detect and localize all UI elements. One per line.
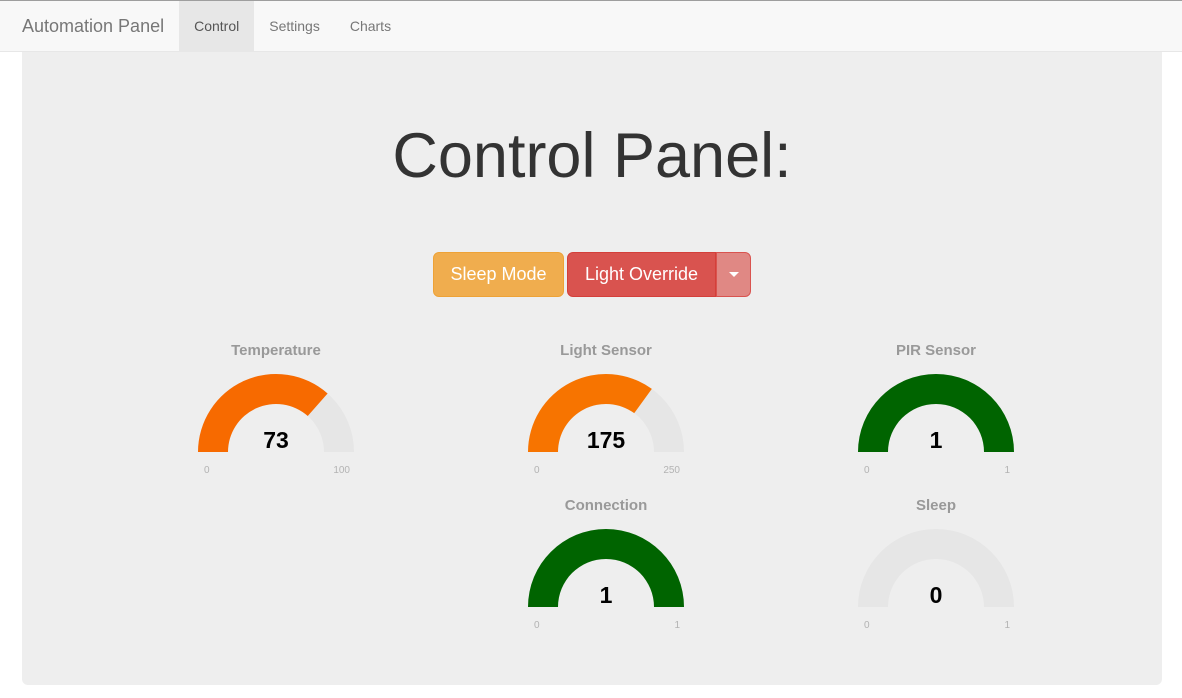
page-title: Control Panel:: [392, 121, 792, 191]
nav-tab-charts[interactable]: Charts: [335, 1, 406, 51]
gauge-arc: [858, 529, 1014, 607]
action-buttons: Sleep Mode Light Override: [433, 252, 751, 297]
gauge-value: 175: [586, 427, 626, 453]
gauge-title: Connection: [564, 497, 648, 514]
gauge-min-label: 0: [204, 465, 210, 476]
gauge-value: 0: [929, 582, 943, 608]
gauge-value: 1: [599, 582, 613, 608]
gauge-min-label: 0: [864, 620, 870, 631]
gauge-title: Light Sensor: [560, 342, 652, 359]
gauge-min-label: 0: [534, 465, 540, 476]
gauge-min-label: 0: [864, 465, 870, 476]
gauge-light-sensor: Light Sensor 175 0 250: [516, 342, 696, 482]
gauge-max-label: 100: [333, 465, 350, 476]
gauge-title: Sleep: [915, 497, 957, 514]
gauge-max-label: 250: [663, 465, 680, 476]
gauge-arc: [528, 528, 684, 607]
caret-down-icon: [728, 272, 739, 277]
gauge-temperature: Temperature 73 0 100: [186, 342, 366, 482]
gauge-pir-sensor: PIR Sensor 1 0 1: [846, 342, 1026, 482]
light-override-dropdown-toggle[interactable]: [716, 252, 751, 297]
gauge-title: Temperature: [231, 342, 321, 359]
gauge-max-label: 1: [1004, 620, 1010, 631]
gauge-max-label: 1: [674, 620, 680, 631]
gauge-sleep: Sleep 0 0 1: [846, 497, 1026, 637]
nav-tab-settings[interactable]: Settings: [254, 1, 335, 51]
brand-link[interactable]: Automation Panel: [0, 1, 179, 51]
control-panel-container: Control Panel: Sleep Mode Light Override…: [22, 52, 1162, 685]
gauge-connection: Connection 1 0 1: [516, 497, 696, 637]
navbar: Automation Panel Control Settings Charts: [0, 0, 1182, 52]
gauge-arc: [858, 373, 1014, 452]
gauge-arc: [528, 374, 684, 452]
sleep-mode-button[interactable]: Sleep Mode: [433, 252, 564, 297]
gauge-value: 73: [263, 427, 289, 453]
gauge-title: PIR Sensor: [895, 342, 977, 359]
gauge-arc: [198, 374, 354, 452]
nav-tab-control[interactable]: Control: [179, 1, 255, 51]
light-override-button[interactable]: Light Override: [567, 252, 716, 297]
gauge-min-label: 0: [534, 620, 540, 631]
gauge-value: 1: [929, 427, 943, 453]
gauge-max-label: 1: [1004, 465, 1010, 476]
